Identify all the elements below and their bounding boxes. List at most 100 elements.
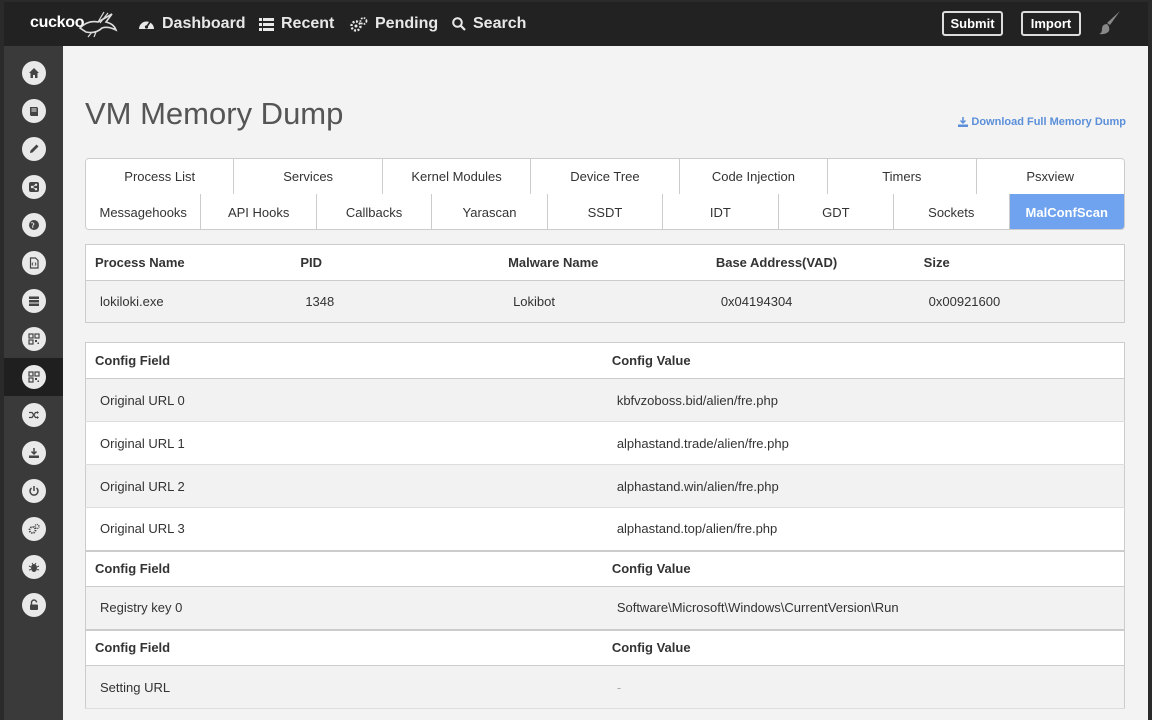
col-base-address: Base Address(VAD) [706,244,915,281]
config-field-cell: Original URL 3 [85,507,603,551]
config-field-cell: Setting URL [85,665,603,709]
power-icon [28,486,39,496]
base-address-cell: 0x04194304 [706,280,915,323]
table-row: lokiloki.exe 1348 Lokibot 0x04194304 0x0… [85,280,1125,323]
process-table-header: Process Name PID Malware Name Base Addre… [85,244,1125,281]
sidebar-item-dropped-files[interactable] [4,244,63,282]
config-header: Config Field Config Value [85,628,1125,666]
tab-row-2: Messagehooks API Hooks Callbacks Yarasca… [86,194,1124,229]
cuckoo-logo[interactable]: cuckoo [30,10,118,40]
config-value-cell: Software\Microsoft\Windows\CurrentVersio… [602,586,1125,630]
sidebar-item-settings[interactable] [4,510,63,548]
list-icon [259,17,274,31]
sidebar-item-behavior[interactable] [4,168,63,206]
tab-code-injection[interactable]: Code Injection [679,159,829,194]
nav-pending[interactable]: Pending [350,2,438,46]
tab-yarascan[interactable]: Yarascan [432,194,548,229]
nav-recent-label: Recent [281,15,335,32]
globe-icon [28,220,39,230]
malware-name-cell: Lokibot [499,280,707,323]
tab-timers[interactable]: Timers [828,159,977,194]
table-row: Original URL 1 alphastand.trade/alien/fr… [85,421,1125,465]
tab-kernel-modules[interactable]: Kernel Modules [382,159,532,194]
share-icon [28,182,39,192]
nav-recent[interactable]: Recent [259,2,334,46]
col-malware-name: Malware Name [499,244,707,281]
sidebar-item-random[interactable] [4,396,63,434]
config-field-cell: Registry key 0 [85,586,603,630]
tab-gdt[interactable]: GDT [778,194,895,229]
config-value-cell: alphastand.trade/alien/fre.php [602,421,1125,465]
config-value-header: Config Value [602,549,1125,587]
col-process-name: Process Name [85,244,292,281]
tab-services[interactable]: Services [234,159,383,194]
table-row: Original URL 0 kbfvzoboss.bid/alien/fre.… [85,378,1125,422]
import-button[interactable]: Import [1021,11,1081,36]
nav-search[interactable]: Search [452,2,526,46]
brand-name: cuckoo [30,14,85,31]
sidebar-item-power[interactable] [4,472,63,510]
tab-malconfscan[interactable]: MalConfScan [1009,194,1124,229]
col-pid: PID [291,244,500,281]
paintbrush-icon[interactable] [1098,10,1122,36]
config-header: Config Field Config Value [85,549,1125,587]
tab-messagehooks[interactable]: Messagehooks [86,194,202,229]
server-icon [28,296,39,306]
sidebar-item-bugs[interactable] [4,548,63,586]
submit-button[interactable]: Submit [942,11,1003,36]
sidebar-item-summary[interactable] [4,92,63,130]
table-row: Original URL 2 alphastand.win/alien/fre.… [85,464,1125,508]
config-field-cell: Original URL 1 [85,421,603,465]
table-row: Original URL 3 alphastand.top/alien/fre.… [85,507,1125,551]
random-icon [28,411,39,419]
tab-callbacks[interactable]: Callbacks [316,194,433,229]
tab-device-tree[interactable]: Device Tree [531,159,680,194]
tachometer-icon [139,21,154,29]
config-value-cell: kbfvzoboss.bid/alien/fre.php [602,378,1125,422]
config-field-header: Config Field [85,549,603,587]
config-value-cell: - [602,665,1125,709]
qrcode-icon [27,371,40,383]
sidebar-item-network[interactable] [4,206,63,244]
tab-psxview[interactable]: Psxview [976,159,1124,194]
nav-pending-label: Pending [375,15,439,32]
file-code-icon [29,257,39,269]
pid-cell: 1348 [291,280,500,323]
download-icon [28,448,39,458]
config-table: Config Field Config Value Original URL 0… [85,342,1125,709]
process-table: Process Name PID Malware Name Base Addre… [85,244,1125,323]
sidebar-item-compare[interactable] [4,320,63,358]
nav-dashboard[interactable]: Dashboard [138,2,246,46]
download-memory-dump-label: Download Full Memory Dump [971,116,1126,128]
tab-api-hooks[interactable]: API Hooks [201,194,317,229]
main-content: VM Memory Dump Download Full Memory Dump… [63,46,1148,720]
config-field-cell: Original URL 0 [85,378,603,422]
unlock-icon [29,599,38,610]
table-row: Setting URL - [85,665,1125,709]
tab-sockets[interactable]: Sockets [894,194,1010,229]
qrcode-icon [27,333,40,345]
home-icon [28,68,39,78]
config-field-header: Config Field [85,628,603,666]
sidebar-item-home[interactable] [4,54,63,92]
config-header: Config Field Config Value [85,342,1125,379]
sidebar-item-memory[interactable] [4,358,63,396]
sidebar-item-download[interactable] [4,434,63,472]
config-field-header: Config Field [85,342,603,379]
config-field-cell: Original URL 2 [85,464,603,508]
nav-search-label: Search [473,15,527,32]
sidebar-item-unlock[interactable] [4,586,63,624]
sidebar-item-static[interactable] [4,130,63,168]
config-value-header: Config Value [602,628,1125,666]
memory-tabs: Process List Services Kernel Modules Dev… [85,158,1125,230]
sidebar [4,46,63,720]
download-memory-dump-link[interactable]: Download Full Memory Dump [958,116,1126,128]
nav-dashboard-label: Dashboard [162,15,246,32]
config-value-cell: alphastand.win/alien/fre.php [602,464,1125,508]
tab-process-list[interactable]: Process List [86,159,235,194]
tab-idt[interactable]: IDT [663,194,779,229]
tab-ssdt[interactable]: SSDT [547,194,664,229]
sidebar-item-process-memory[interactable] [4,282,63,320]
bug-icon [28,562,39,572]
size-cell: 0x00921600 [914,280,1125,323]
